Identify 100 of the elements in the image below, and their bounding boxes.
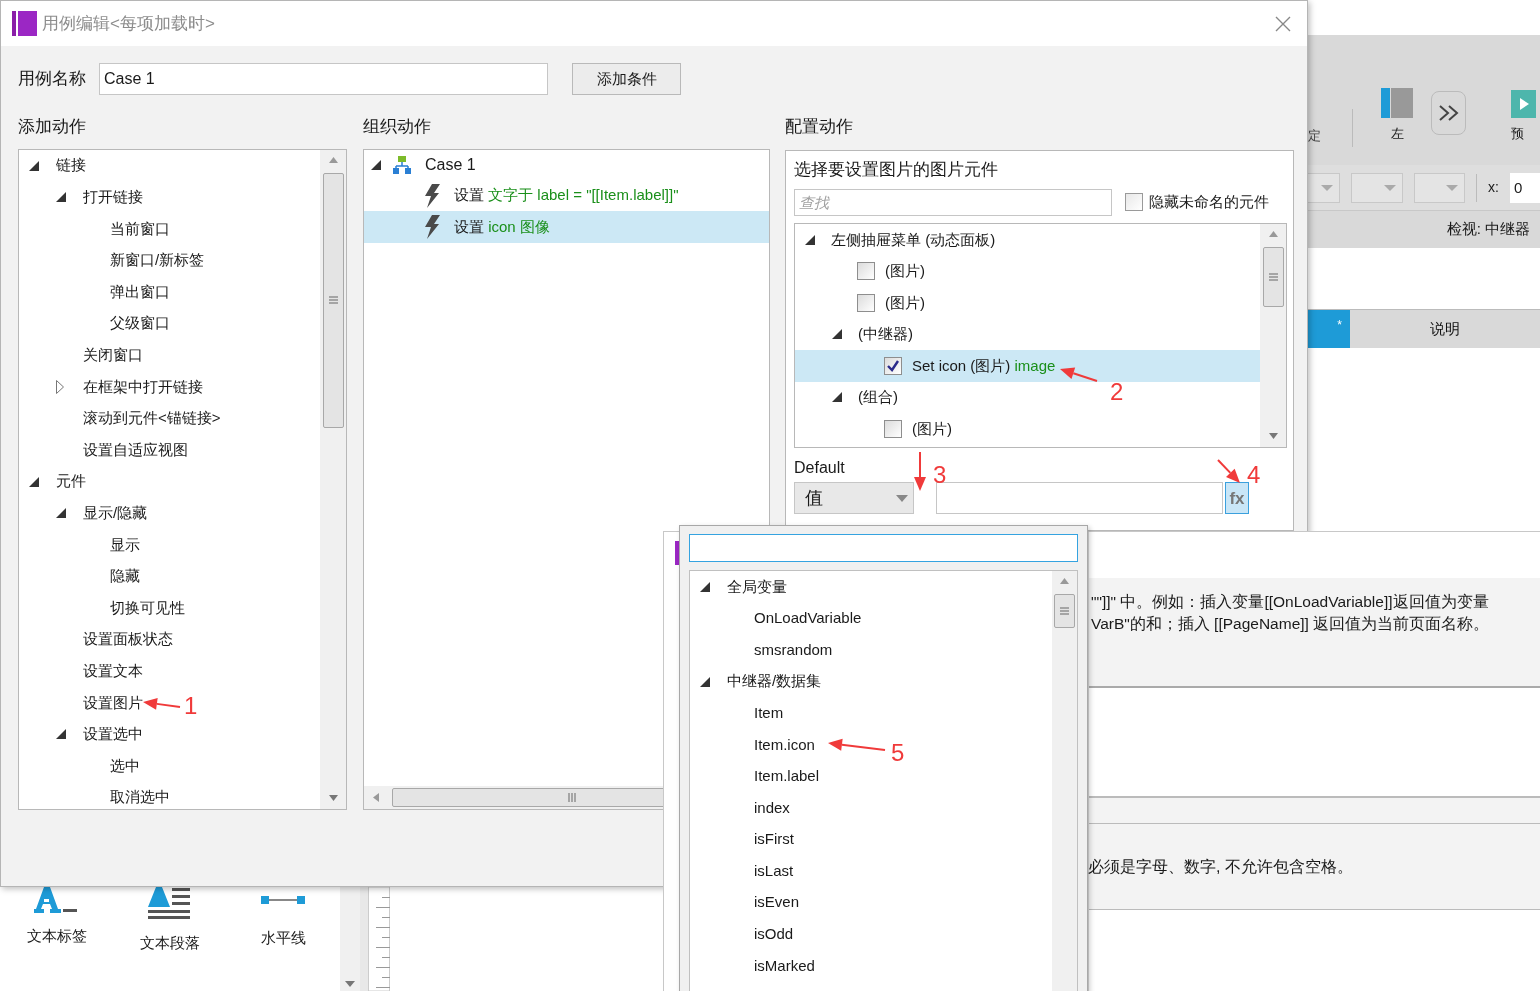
widget-tile[interactable]: 文本标签 (0, 887, 114, 948)
tree-item[interactable]: 新窗口/新标签 (110, 249, 205, 272)
tree-item[interactable]: index (754, 796, 790, 820)
collapse-triangle-icon[interactable] (832, 392, 842, 403)
tree-item[interactable]: 显示/隐藏 (83, 502, 148, 525)
tree-item[interactable]: smsrandom (754, 638, 833, 662)
checkbox[interactable] (884, 356, 902, 375)
search-field[interactable]: 查找 (794, 188, 1112, 216)
tree-item[interactable]: 打开链接 (83, 186, 143, 209)
scroll-down-icon[interactable] (328, 795, 338, 801)
tree-item[interactable]: 设置选中 (83, 723, 143, 746)
tree-item[interactable]: isFirst (754, 828, 794, 851)
tree-item[interactable]: 链接 (56, 154, 86, 177)
checkbox[interactable] (884, 419, 902, 438)
scroll-up-icon[interactable] (328, 156, 338, 163)
value-input[interactable] (936, 482, 1223, 514)
collapse-triangle-icon[interactable] (56, 192, 66, 203)
tree-item[interactable]: 中继器/数据集 (727, 670, 822, 693)
tree-item[interactable]: (组合) (858, 386, 898, 409)
action-row[interactable]: 设置 icon 图像 (364, 211, 769, 243)
tree-item[interactable]: 设置自适应视图 (83, 438, 188, 462)
action-row[interactable]: 设置 文字于 label = "[[Item.label]]" (364, 179, 769, 212)
tree-item[interactable]: 在框架中打开链接 (83, 375, 203, 399)
tree-item[interactable]: 滚动到元件<锚链接> (83, 407, 221, 430)
collapse-triangle-icon[interactable] (29, 476, 39, 487)
checkbox[interactable] (1125, 193, 1143, 211)
expand-triangle-icon[interactable] (56, 379, 64, 394)
tree-item[interactable]: 取消选中 (110, 786, 170, 809)
value-type-dropdown[interactable]: 值 (794, 482, 914, 514)
collapse-triangle-icon[interactable] (56, 508, 66, 519)
rule-text: 必须是字母、数字, 不允许包含空格。 (1088, 856, 1353, 877)
action-text: 设置 文字于 label = "[[Item.label]]" (454, 185, 679, 206)
case-name-input[interactable]: Case 1 (99, 63, 548, 95)
tree-item-label: (图片) (885, 261, 925, 281)
tree-row[interactable]: Set icon (图片) image (795, 350, 1260, 382)
tree-item[interactable]: Item (754, 701, 784, 725)
collapse-triangle-icon[interactable] (832, 329, 842, 340)
collapse-triangle-icon[interactable] (805, 234, 815, 245)
tree-item[interactable]: 设置面板状态 (83, 628, 173, 651)
tree-item[interactable]: (中继器) (858, 323, 913, 346)
annotation-number: 3 (933, 463, 947, 487)
scroll-left-icon[interactable] (373, 793, 379, 802)
flow-icon (393, 155, 411, 174)
caret-icon (1446, 183, 1459, 192)
help-text: VarB"的和；插入 [[PageName]] 返回值为当前页面名称。 (1091, 614, 1491, 634)
left-panel-button[interactable]: 左 (1367, 87, 1427, 143)
scroll-thumb[interactable] (1054, 594, 1075, 628)
tree-row[interactable]: (图片) (795, 255, 1260, 287)
collapse-triangle-icon[interactable] (56, 729, 66, 740)
scroll-thumb[interactable] (1262, 247, 1284, 307)
x-input[interactable]: 0 (1510, 172, 1540, 203)
widget-tile[interactable]: 文本段落 (113, 887, 227, 955)
collapse-triangle-icon[interactable] (371, 159, 381, 170)
checkbox[interactable] (857, 293, 875, 312)
scroll-down-icon[interactable] (345, 981, 355, 987)
tree-item[interactable]: 关闭窗口 (83, 344, 143, 367)
tree-item[interactable]: 弹出窗口 (110, 280, 170, 304)
tree-item[interactable]: isEven (754, 891, 800, 914)
scroll-thumb[interactable] (322, 172, 344, 428)
widget-tile[interactable]: 水平线 (226, 887, 340, 950)
expand-button[interactable] (1431, 91, 1466, 135)
collapse-triangle-icon[interactable] (700, 581, 710, 592)
scrollbar[interactable] (1052, 571, 1077, 991)
tree-item[interactable]: 全局变量 (727, 575, 787, 599)
tree-item[interactable]: 隐藏 (110, 565, 140, 588)
tree-item[interactable]: Item.icon (754, 733, 815, 756)
add-condition-button[interactable]: 添加条件 (572, 63, 681, 95)
tree-item[interactable]: Item.label (754, 765, 820, 788)
tree-item[interactable]: isMarked (754, 954, 815, 978)
tree-item[interactable]: 显示 (110, 533, 140, 557)
chevrons-icon (1437, 104, 1460, 122)
tree-row[interactable]: (图片) (795, 413, 1260, 445)
tree-item[interactable]: 左侧抽屉菜单 (动态面板) (831, 228, 996, 251)
variable-search-field[interactable] (689, 534, 1078, 562)
tree-item[interactable]: 选中 (110, 754, 140, 778)
tree-item[interactable]: 父级窗口 (110, 312, 170, 335)
caret-icon (896, 494, 908, 502)
tree-item-label: Set icon (图片) image (912, 355, 1056, 376)
preview-button[interactable]: 预 (1511, 89, 1536, 143)
scrollbar[interactable] (320, 149, 346, 809)
tree-row[interactable]: (图片) (795, 287, 1260, 319)
case-label[interactable]: Case 1 (425, 152, 476, 177)
tree-item[interactable]: 元件 (56, 470, 86, 493)
collapse-triangle-icon[interactable] (29, 160, 39, 171)
tree-item[interactable]: 当前窗口 (110, 217, 170, 241)
scrollbar[interactable] (340, 887, 360, 991)
scrollbar[interactable] (1260, 224, 1286, 447)
tree-item[interactable]: 设置图片 (83, 691, 143, 715)
tree-item[interactable]: isLast (754, 859, 794, 883)
tree-item[interactable]: isOdd (754, 923, 794, 946)
tree-item[interactable]: 切换可见性 (110, 596, 185, 620)
collapse-triangle-icon[interactable] (700, 676, 710, 687)
tree-item[interactable]: OnLoadVariable (754, 607, 862, 630)
scroll-up-icon[interactable] (1060, 578, 1069, 584)
tree-item[interactable]: 设置文本 (83, 660, 143, 683)
checkbox[interactable] (857, 262, 875, 281)
scroll-down-icon[interactable] (1268, 433, 1278, 439)
scroll-up-icon[interactable] (1268, 231, 1278, 237)
grip-icon (1268, 273, 1278, 281)
panel-icon (1381, 87, 1413, 118)
